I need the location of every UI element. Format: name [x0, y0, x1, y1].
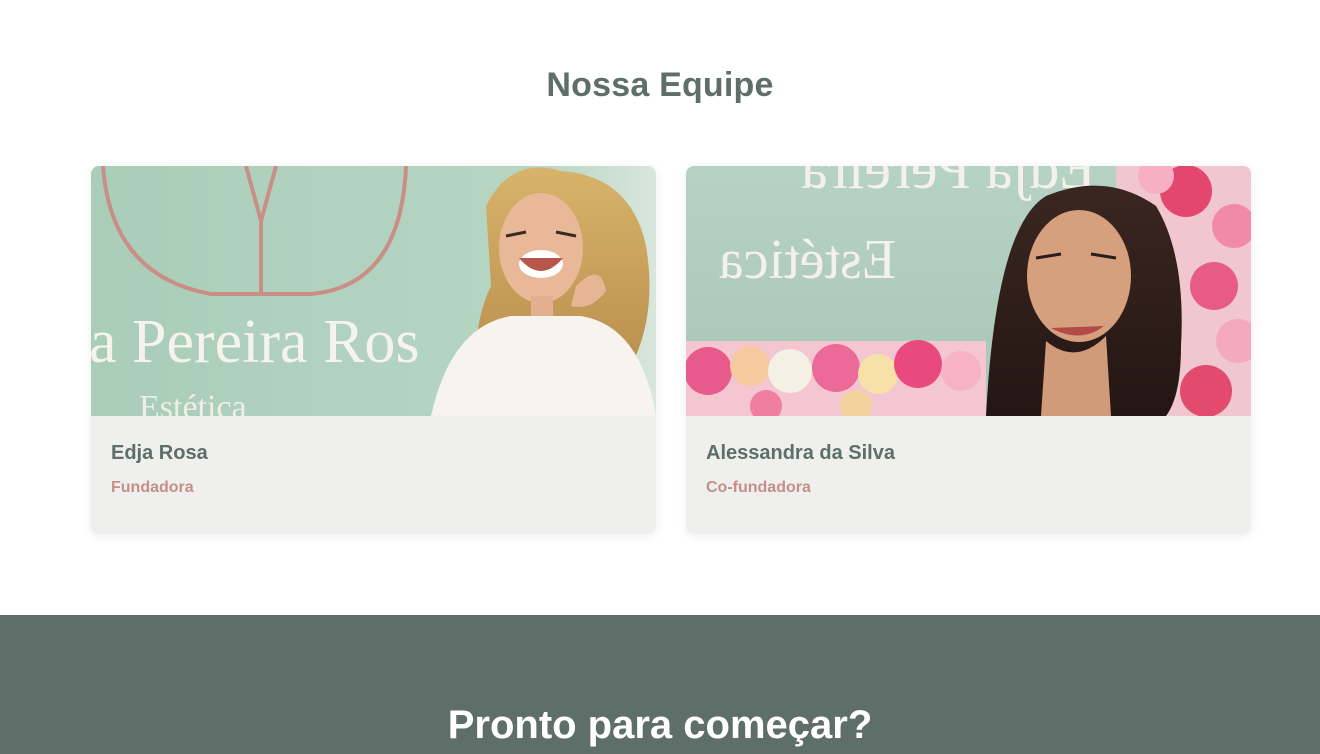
photo-wall-subtext: Estética	[139, 389, 247, 416]
photo-wall-subtext: Estética	[719, 229, 896, 291]
section-title: Nossa Equipe	[546, 66, 774, 104]
member-role: Co-fundadora	[706, 479, 811, 496]
team-card-alessandra-da-silva: Edja Pereira Estética Alessandra da Silv…	[686, 166, 1251, 534]
member-name: Alessandra da Silva	[706, 442, 895, 464]
team-section: Nossa Equipe a Pereira Ros Estética Edja…	[0, 0, 1320, 615]
cta-section: Pronto para começar?	[0, 615, 1320, 754]
team-card-edja-rosa: a Pereira Ros Estética Edja Rosa Fundado…	[91, 166, 656, 534]
member-role: Fundadora	[111, 479, 194, 496]
cta-title: Pronto para começar?	[447, 703, 873, 747]
member-photo-alessandra-da-silva: Edja Pereira Estética	[686, 166, 1251, 416]
member-name: Edja Rosa	[111, 442, 208, 464]
photo-wall-text: a Pereira Ros	[91, 308, 420, 376]
member-photo-edja-rosa: a Pereira Ros Estética	[91, 166, 656, 416]
